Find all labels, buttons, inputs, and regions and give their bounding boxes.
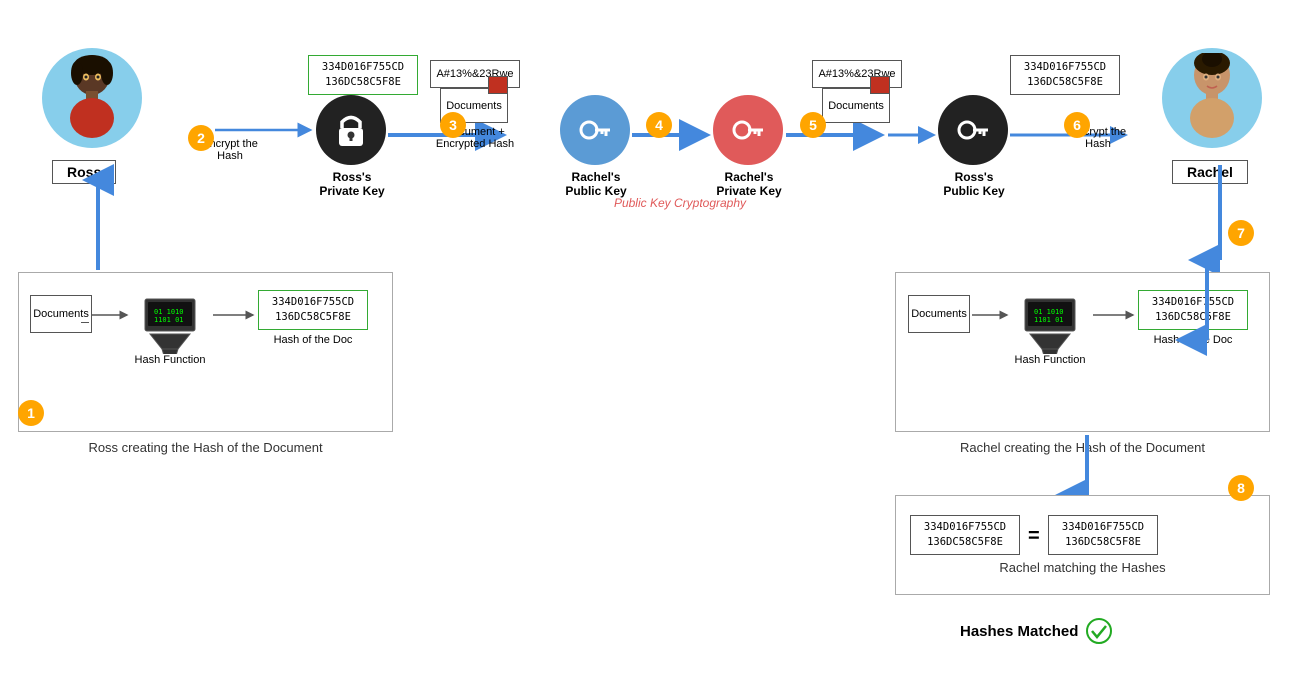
public-key-crypto-label: Public Key Cryptography	[560, 196, 800, 210]
svg-text:1101 01: 1101 01	[1034, 316, 1064, 324]
doc-image-icon-left	[488, 76, 508, 94]
svg-text:1101 01: 1101 01	[154, 316, 184, 324]
step-6-circle: 6	[1064, 112, 1090, 138]
matching-label: Rachel matching the Hashes	[895, 560, 1270, 575]
ross-private-key-lock	[316, 95, 386, 165]
arrow-hash-to-value-left	[213, 305, 258, 325]
arrow-doc-hash-right	[972, 305, 1012, 325]
arrow-hash-to-value-right	[1093, 305, 1138, 325]
rachels-public-key-label: Rachel'sPublic Key	[553, 170, 639, 198]
key-icon-blue	[576, 111, 614, 149]
equals-sign: =	[1028, 525, 1040, 548]
hashes-matched-label: Hashes Matched	[960, 618, 1112, 644]
ross-public-key-circle	[938, 95, 1008, 165]
ross-documents-box: Documents	[30, 295, 92, 333]
arrow-step4	[632, 125, 712, 145]
ross-person-svg	[52, 53, 132, 143]
arrow-step7-down	[1197, 265, 1217, 345]
match-hash-right: 334D016F755CD 136DC58C5F8E	[1048, 515, 1158, 555]
rachel-decrypted-hash-box: 334D016F755CD 136DC58C5F8E	[1010, 55, 1120, 95]
rachels-private-key-circle	[713, 95, 783, 165]
arrow-step6-to-rachel	[1210, 165, 1230, 265]
arrow-down-to-matching	[1077, 435, 1097, 500]
rachel-documents-box: Documents	[908, 295, 970, 333]
ross-avatar	[42, 48, 142, 148]
step-7-circle: 7	[1228, 220, 1254, 246]
rachel-person-svg	[1172, 53, 1252, 143]
ross-hash-function-icon: 01 1010 1101 01 Hash Function	[130, 285, 210, 375]
step-3-circle: 3	[440, 112, 466, 138]
rachel-hash-value-box: 334D016F755CD 136DC58C5F8E	[1138, 290, 1248, 330]
rachel-avatar	[1162, 48, 1262, 148]
step-5-circle: 5	[800, 112, 826, 138]
diagram: Documents 01 1010 1101 01 Hash Function	[0, 0, 1308, 689]
rachel-hash-function-icon: 01 1010 1101 01 Hash Function	[1010, 285, 1090, 375]
step-1-circle: 1	[18, 400, 44, 426]
step-4-circle: 4	[646, 112, 672, 138]
arrow-hash-to-ross	[88, 175, 108, 275]
lock-icon	[332, 111, 370, 149]
ross-private-key-label: Ross'sPrivate Key	[308, 170, 396, 198]
key-icon-black	[954, 111, 992, 149]
arrow-step5b	[888, 125, 938, 145]
key-icon-red	[729, 111, 767, 149]
svg-text:01 1010: 01 1010	[1034, 308, 1064, 316]
ross-section-label: Ross creating the Hash of the Document	[18, 440, 393, 455]
rachels-public-key-circle	[560, 95, 630, 165]
ross-public-key-label: Ross'sPublic Key	[931, 170, 1017, 198]
step-8-circle: 8	[1228, 475, 1254, 501]
arrow-doc-hash-left	[92, 305, 132, 325]
hash-of-doc-label-left: Hash of the Doc	[258, 334, 368, 346]
svg-text:01 1010: 01 1010	[154, 308, 184, 316]
funnel-icon-left: 01 1010 1101 01	[140, 294, 200, 354]
funnel-icon-right: 01 1010 1101 01	[1020, 294, 1080, 354]
step-2-circle: 2	[188, 125, 214, 151]
ross-hash-value-box: 334D016F755CD 136DC58C5F8E	[258, 290, 368, 330]
match-hash-left: 334D016F755CD 136DC58C5F8E	[910, 515, 1020, 555]
hash-of-doc-label-right: Hash of the Doc	[1138, 334, 1248, 346]
doc-image-icon-right	[870, 76, 890, 94]
rachels-private-key-label: Rachel'sPrivate Key	[706, 170, 792, 198]
arrow-step2	[215, 120, 315, 140]
checkmark-icon	[1086, 618, 1112, 644]
ross-encrypted-hash-box: 334D016F755CD 136DC58C5F8E	[308, 55, 418, 95]
